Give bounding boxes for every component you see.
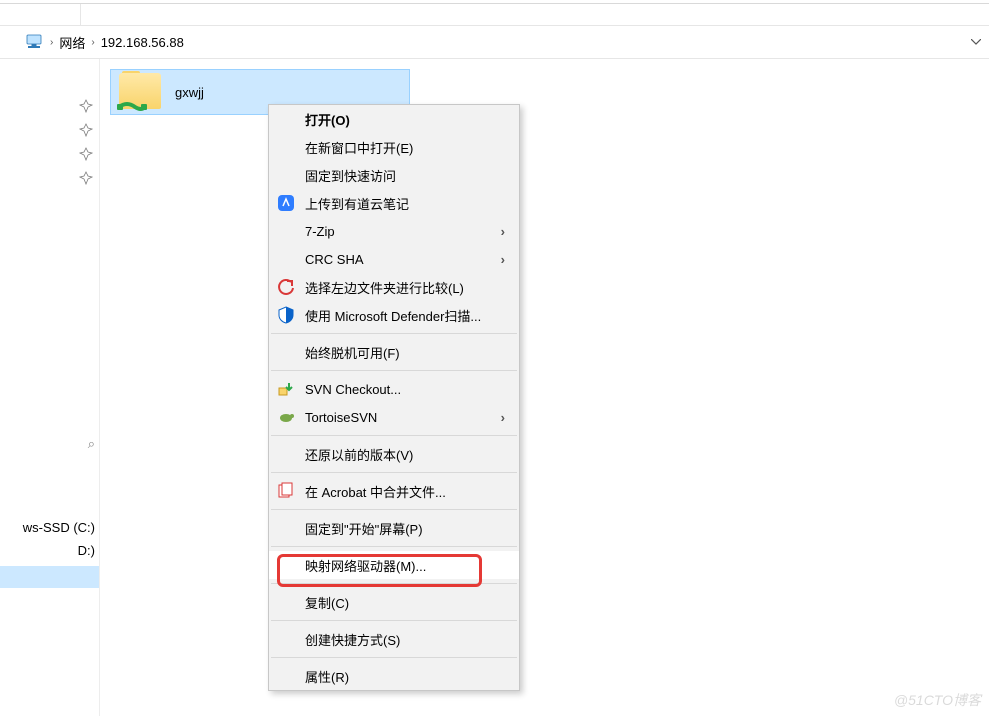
submenu-arrow-icon: ›	[501, 410, 505, 425]
menu-acrobat-combine[interactable]: 在 Acrobat 中合并文件...	[269, 477, 519, 505]
sidebar-drive-c[interactable]: ws-SSD (C:)	[0, 520, 99, 535]
submenu-arrow-icon: ›	[501, 224, 505, 239]
menu-create-shortcut[interactable]: 创建快捷方式(S)	[269, 625, 519, 653]
breadcrumb-address[interactable]: 192.168.56.88	[101, 35, 184, 50]
menu-separator	[271, 509, 517, 510]
menu-youdao-upload[interactable]: 上传到有道云笔记	[269, 189, 519, 217]
sidebar: ⌕ ws-SSD (C:) D:)	[0, 59, 100, 716]
ribbon-row	[0, 4, 989, 26]
menu-separator	[271, 657, 517, 658]
menu-pin-quick-access[interactable]: 固定到快速访问	[269, 161, 519, 189]
menu-properties[interactable]: 属性(R)	[269, 662, 519, 690]
menu-always-offline[interactable]: 始终脱机可用(F)	[269, 338, 519, 366]
chevron-right-icon: ›	[91, 37, 94, 48]
menu-separator	[271, 546, 517, 547]
menu-separator	[271, 370, 517, 371]
search-icon: ⌕	[88, 436, 95, 451]
sidebar-item-selected[interactable]	[0, 566, 99, 588]
menu-separator	[271, 620, 517, 621]
youdao-icon	[277, 194, 295, 212]
sidebar-item-search[interactable]: ⌕	[0, 436, 99, 452]
menu-open-new-window[interactable]: 在新窗口中打开(E)	[269, 133, 519, 161]
address-bar[interactable]: › 网络 › 192.168.56.88	[0, 26, 989, 59]
menu-7zip[interactable]: 7-Zip ›	[269, 217, 519, 245]
menu-tortoisesvn[interactable]: TortoiseSVN ›	[269, 403, 519, 431]
svn-checkout-icon	[277, 380, 295, 398]
menu-restore-previous[interactable]: 还原以前的版本(V)	[269, 440, 519, 468]
network-icon	[24, 34, 44, 50]
menu-pin-to-start[interactable]: 固定到"开始"屏幕(P)	[269, 514, 519, 542]
menu-separator	[271, 583, 517, 584]
watermark-label: @51CTO博客	[894, 690, 981, 710]
menu-separator	[271, 472, 517, 473]
breadcrumb-network[interactable]: 网络	[59, 33, 85, 52]
menu-svn-checkout[interactable]: SVN Checkout...	[269, 375, 519, 403]
defender-shield-icon	[277, 306, 295, 324]
network-folder-icon	[119, 71, 161, 113]
menu-compare-left[interactable]: 选择左边文件夹进行比较(L)	[269, 273, 519, 301]
address-dropdown[interactable]	[963, 26, 989, 59]
menu-defender-scan[interactable]: 使用 Microsoft Defender扫描...	[269, 301, 519, 329]
pin-icon[interactable]	[79, 171, 93, 185]
menu-open[interactable]: 打开(O)	[269, 105, 519, 133]
sidebar-drive-d[interactable]: D:)	[0, 543, 99, 558]
pin-icon[interactable]	[79, 147, 93, 161]
content-area[interactable]: gxwjj	[100, 59, 989, 716]
menu-crc-sha[interactable]: CRC SHA ›	[269, 245, 519, 273]
context-menu: 打开(O) 在新窗口中打开(E) 固定到快速访问 上传到有道云笔记 7-Zip …	[268, 104, 520, 691]
chevron-right-icon: ›	[50, 37, 53, 48]
acrobat-icon	[277, 482, 295, 500]
pin-icon[interactable]	[79, 99, 93, 113]
folder-name-label: gxwjj	[175, 85, 204, 100]
submenu-arrow-icon: ›	[501, 252, 505, 267]
menu-separator	[271, 333, 517, 334]
tortoise-icon	[277, 408, 295, 426]
pin-icon[interactable]	[79, 123, 93, 137]
menu-map-network-drive[interactable]: 映射网络驱动器(M)...	[269, 551, 519, 579]
compare-arrow-icon	[277, 278, 295, 296]
menu-separator	[271, 435, 517, 436]
menu-copy[interactable]: 复制(C)	[269, 588, 519, 616]
